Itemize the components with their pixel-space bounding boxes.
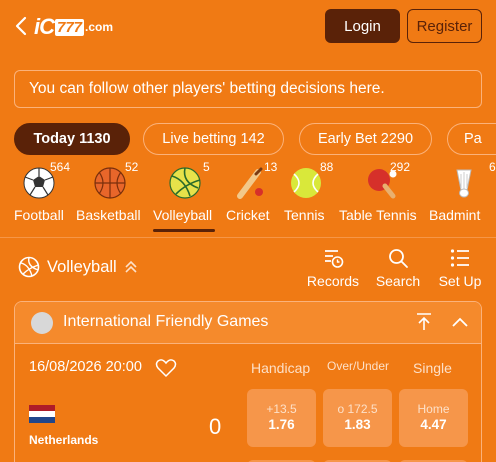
setup-label: Set Up [438,273,482,289]
sport-cricket[interactable]: 13 Cricket [226,160,278,232]
league-header[interactable]: International Friendly Games [15,302,481,344]
odds-value: 1.83 [344,417,371,432]
section-title: Volleyball [47,257,117,276]
register-button[interactable]: Register [407,9,482,43]
league-logo-icon [31,312,53,334]
login-button[interactable]: Login [325,9,400,43]
tab-today[interactable]: Today 1130 [14,123,130,155]
sport-count: 564 [50,160,71,174]
volleyball-outline-icon [18,256,40,278]
odds-handicap[interactable]: +13.5 1.76 [247,389,316,447]
pin-to-top-icon[interactable] [415,312,433,332]
sport-count: 52 [125,160,139,174]
records-button[interactable]: Records [305,247,361,289]
logo-domain: .com [85,20,114,34]
odds-line: Home [417,402,450,416]
cricket-icon [237,167,263,199]
records-label: Records [306,273,360,289]
sport-table-tennis[interactable]: 292 Table Tennis [339,160,425,232]
odds-value: 1.76 [268,417,295,432]
tennis-ball-icon [291,168,321,198]
sport-count: 6 [489,160,496,174]
favorite-heart-icon[interactable] [155,358,177,378]
shuttlecock-icon [456,169,472,198]
section-divider [0,237,496,238]
sport-count: 5 [203,160,210,174]
settings-list-icon [450,249,469,267]
league-panel: International Friendly Games 16/08/2026 … [14,301,482,462]
sport-section-header[interactable]: Volleyball [18,256,139,278]
sport-label: Volleyball [153,207,213,223]
notice-text: You can follow other players' betting de… [29,80,385,97]
follow-notice-banner[interactable]: You can follow other players' betting de… [14,70,482,108]
sport-label: Basketball [76,207,141,223]
search-label: Search [375,273,421,289]
sport-count: 292 [390,160,411,174]
team-score: 0 [209,414,222,439]
sport-badminton[interactable]: 6 Badmint [429,160,496,232]
logo-number: 777 [55,18,85,36]
netherlands-flag-icon [29,405,55,423]
sport-label: Tennis [284,207,325,223]
tab-early-bet[interactable]: Early Bet 2290 [299,123,432,155]
volleyball-icon [169,167,201,199]
search-button[interactable]: Search [373,247,423,289]
records-icon [325,250,344,268]
team-name: Netherlands [29,433,99,447]
odds-over-under[interactable]: o 172.5 1.83 [323,389,392,447]
search-icon [389,249,408,268]
sports-category-row: 564 Football 52 Basketball 5 Volleyball … [0,160,496,232]
sport-label: Table Tennis [339,207,417,223]
league-name: International Friendly Games [63,313,269,330]
active-sport-indicator [153,229,215,232]
sport-volleyball[interactable]: 5 Volleyball [153,160,219,232]
collapse-chevrons-icon [125,260,137,273]
odds-single[interactable]: Home 4.47 [399,389,468,447]
collapse-chevron-icon[interactable] [451,312,469,332]
basketball-icon [94,167,126,199]
tab-partial[interactable]: Pa [447,123,496,155]
tab-live-betting[interactable]: Live betting 142 [143,123,284,155]
time-filter-tabs: Today 1130 Live betting 142 Early Bet 22… [14,123,496,155]
sport-label: Cricket [226,207,270,223]
match-datetime: 16/08/2026 20:00 [29,359,142,375]
sport-basketball[interactable]: 52 Basketball [76,160,156,232]
sport-football[interactable]: 564 Football [14,160,84,232]
sport-label: Badmint [429,207,481,223]
odds-value: 4.47 [420,417,447,432]
back-arrow-icon[interactable] [12,15,30,37]
sport-count: 13 [264,160,278,174]
sport-tennis[interactable]: 88 Tennis [284,160,334,232]
odds-line: o 172.5 [337,402,378,416]
col-handicap: Handicap [251,360,311,376]
col-single: Single [413,360,452,376]
sport-count: 88 [320,160,334,174]
logo-ic: iC [34,14,55,39]
odds-line: +13.5 [266,402,297,416]
setup-button[interactable]: Set Up [434,247,486,289]
col-over-under: Over/Under [327,359,390,373]
sport-label: Football [14,207,64,223]
site-logo[interactable]: iC 777 .com [34,14,113,40]
top-bar: iC 777 .com Login Register [0,0,496,54]
